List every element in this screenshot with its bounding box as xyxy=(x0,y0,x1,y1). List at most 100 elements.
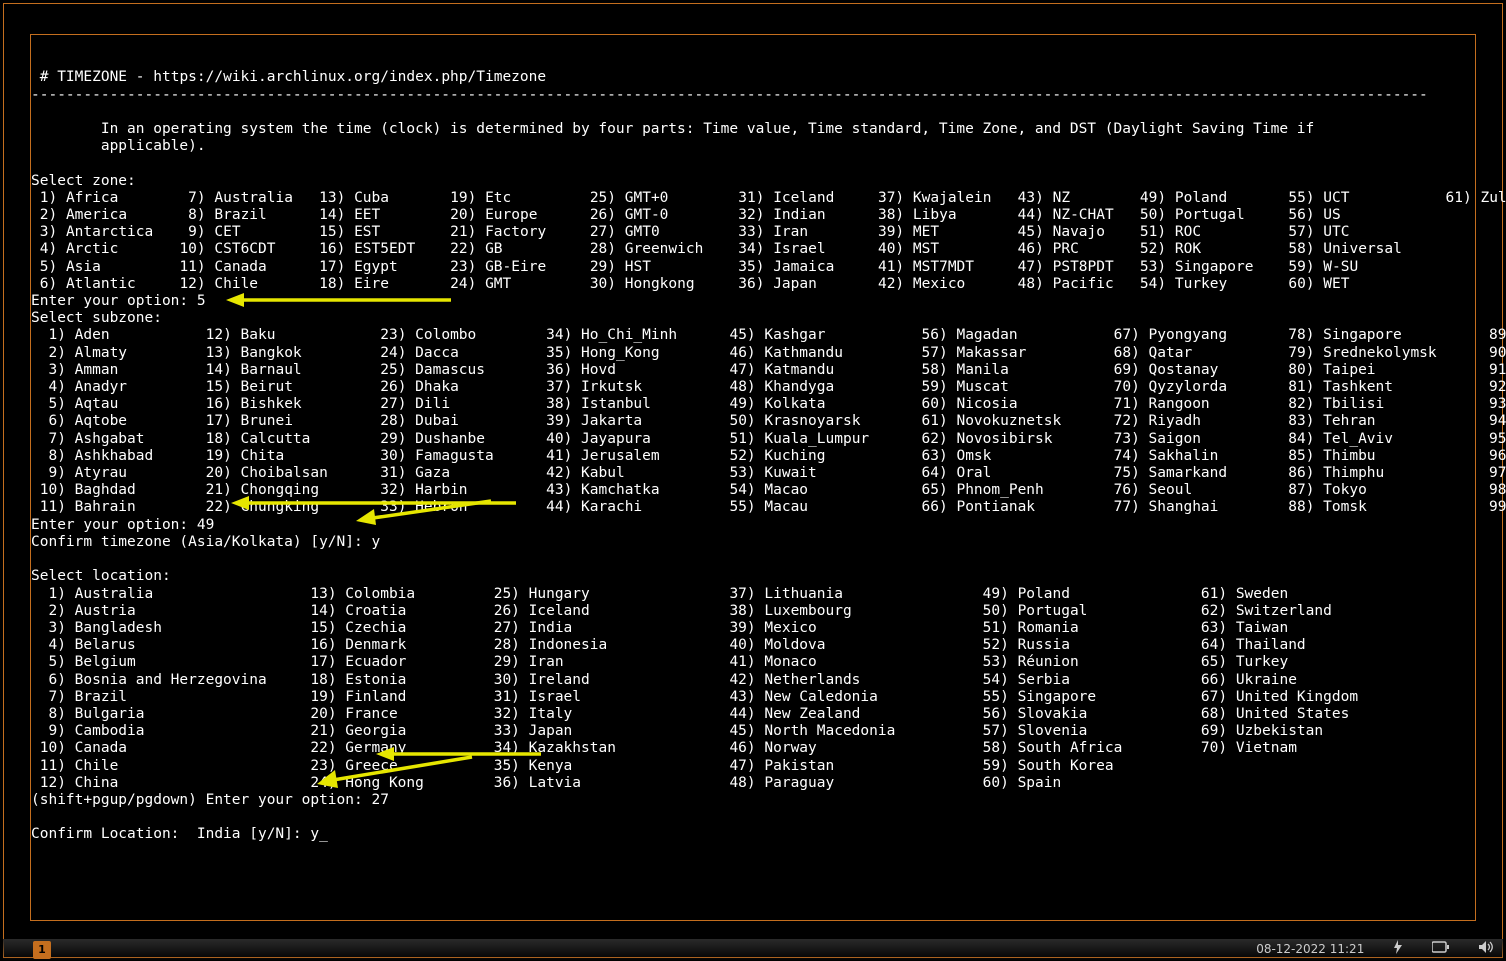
subzone-item[interactable]: Dubai xyxy=(415,413,529,429)
zone-item[interactable]: GMT0 xyxy=(625,224,730,240)
location-item[interactable]: Kazakhstan xyxy=(529,740,704,756)
location-item[interactable]: Taiwan xyxy=(1236,620,1428,636)
zone-item[interactable]: Zulu xyxy=(1480,190,1506,206)
zone-item[interactable]: Indian xyxy=(773,207,869,223)
subzone-item[interactable]: Chungking xyxy=(241,499,363,515)
subzone-item[interactable]: Dushanbe xyxy=(415,431,529,447)
zone-item[interactable]: Australia xyxy=(214,190,310,206)
subzone-item[interactable]: Hebron xyxy=(415,499,529,515)
zone-item[interactable]: NZ-CHAT xyxy=(1053,207,1132,223)
subzone-item[interactable]: Kathmandu xyxy=(764,345,904,361)
zone-item[interactable]: Chile xyxy=(214,276,310,292)
location-item[interactable]: Germany xyxy=(345,740,467,756)
zone-item[interactable]: MST xyxy=(913,241,1009,257)
subzone-item[interactable]: Taipei xyxy=(1323,362,1471,378)
subzone-item[interactable]: Dacca xyxy=(415,345,529,361)
subzone-item[interactable]: Karachi xyxy=(581,499,712,515)
zone-item[interactable]: Israel xyxy=(773,241,869,257)
subzone-item[interactable]: Choibalsan xyxy=(241,465,363,481)
location-item[interactable]: Bosnia and Herzegovina xyxy=(75,672,285,688)
location-item[interactable]: Switzerland xyxy=(1236,603,1428,619)
zone-item[interactable]: GMT+0 xyxy=(625,190,730,206)
zone-item[interactable]: GB xyxy=(485,241,581,257)
location-item[interactable]: Slovakia xyxy=(1018,706,1175,722)
zone-item[interactable]: Jamaica xyxy=(773,259,869,275)
zone-item[interactable]: Pacific xyxy=(1053,276,1132,292)
zone-item[interactable]: Iran xyxy=(773,224,869,240)
subzone-item[interactable]: Krasnoyarsk xyxy=(764,413,904,429)
zone-item[interactable]: GB-Eire xyxy=(485,259,581,275)
location-item[interactable]: Hungary xyxy=(529,586,704,602)
location-item[interactable]: Romania xyxy=(1018,620,1175,636)
zone-item[interactable]: CET xyxy=(214,224,310,240)
zone-item[interactable]: Brazil xyxy=(214,207,310,223)
subzone-item[interactable]: Atyrau xyxy=(75,465,189,481)
zone-item[interactable]: America xyxy=(66,207,171,223)
zone-item[interactable]: WET xyxy=(1323,276,1437,292)
location-item[interactable]: Latvia xyxy=(529,775,704,791)
subzone-item[interactable]: Qatar xyxy=(1149,345,1271,361)
subzone-item[interactable]: Hong_Kong xyxy=(581,345,712,361)
location-item[interactable]: Sweden xyxy=(1236,586,1428,602)
confirm-tz-input[interactable]: y xyxy=(371,534,380,550)
location-item[interactable]: Canada xyxy=(75,740,285,756)
subzone-item[interactable]: Jayapura xyxy=(581,431,712,447)
zone-item[interactable]: Turkey xyxy=(1175,276,1280,292)
zone-item[interactable]: MST7MDT xyxy=(913,259,1009,275)
location-item[interactable]: Finland xyxy=(345,689,467,705)
title-url[interactable]: https://wiki.archlinux.org/index.php/Tim… xyxy=(153,69,546,85)
subzone-item[interactable]: Manila xyxy=(956,362,1096,378)
subzone-item[interactable]: Saigon xyxy=(1149,431,1271,447)
subzone-item[interactable]: Pyongyang xyxy=(1149,327,1271,343)
subzone-item[interactable]: Samarkand xyxy=(1149,465,1271,481)
subzone-item[interactable]: Kuala_Lumpur xyxy=(764,431,904,447)
location-item[interactable]: Czechia xyxy=(345,620,467,636)
subzone-item[interactable]: Baghdad xyxy=(75,482,189,498)
location-item[interactable]: China xyxy=(75,775,285,791)
location-item[interactable]: Paraguay xyxy=(764,775,956,791)
zone-item[interactable]: Navajo xyxy=(1053,224,1132,240)
zone-item[interactable]: W-SU xyxy=(1323,259,1437,275)
subzone-item[interactable]: Katmandu xyxy=(764,362,904,378)
location-item[interactable]: Spain xyxy=(1018,775,1175,791)
subzone-item[interactable]: Dili xyxy=(415,396,529,412)
subzone-item[interactable]: Phnom_Penh xyxy=(956,482,1096,498)
zone-item[interactable]: ROC xyxy=(1175,224,1280,240)
zone-item[interactable]: Iceland xyxy=(773,190,869,206)
location-item[interactable]: Ireland xyxy=(529,672,704,688)
subzone-item[interactable]: Tokyo xyxy=(1323,482,1471,498)
zone-item[interactable]: Eire xyxy=(354,276,441,292)
location-item[interactable]: Japan xyxy=(529,723,704,739)
zone-item[interactable]: Etc xyxy=(485,190,581,206)
subzone-item[interactable]: Beirut xyxy=(241,379,363,395)
location-item[interactable]: Greece xyxy=(345,758,467,774)
confirm-loc-input[interactable]: y_ xyxy=(310,826,327,842)
subzone-item[interactable]: Magadan xyxy=(956,327,1096,343)
zone-item[interactable]: CST6CDT xyxy=(214,241,310,257)
subzone-item[interactable]: Tomsk xyxy=(1323,499,1471,515)
location-item[interactable]: Denmark xyxy=(345,637,467,653)
location-item[interactable]: Netherlands xyxy=(764,672,956,688)
location-item[interactable]: North Macedonia xyxy=(764,723,956,739)
subzone-item[interactable]: Nicosia xyxy=(956,396,1096,412)
subzone-item[interactable]: Tehran xyxy=(1323,413,1471,429)
location-item[interactable]: Slovenia xyxy=(1018,723,1175,739)
location-item[interactable]: Singapore xyxy=(1018,689,1175,705)
subzone-item[interactable]: Qostanay xyxy=(1149,362,1271,378)
zone-item[interactable]: Antarctica xyxy=(66,224,171,240)
zone-item[interactable]: Asia xyxy=(66,259,171,275)
subzone-item[interactable]: Chongqing xyxy=(241,482,363,498)
subzone-item[interactable]: Thimphu xyxy=(1323,465,1471,481)
subzone-item[interactable]: Aden xyxy=(75,327,189,343)
location-item[interactable]: Iran xyxy=(529,654,704,670)
workspace-badge[interactable]: 1 xyxy=(33,941,51,959)
zone-item[interactable]: HST xyxy=(625,259,730,275)
zone-item[interactable]: Singapore xyxy=(1175,259,1280,275)
subzone-item[interactable]: Macau xyxy=(764,499,904,515)
location-item[interactable]: New Caledonia xyxy=(764,689,956,705)
terminal-window[interactable]: # TIMEZONE - https://wiki.archlinux.org/… xyxy=(30,34,1476,921)
zone-item[interactable]: Libya xyxy=(913,207,1009,223)
location-item[interactable]: Kenya xyxy=(529,758,704,774)
location-input[interactable]: 27 xyxy=(371,792,388,808)
zone-item[interactable]: PRC xyxy=(1053,241,1132,257)
